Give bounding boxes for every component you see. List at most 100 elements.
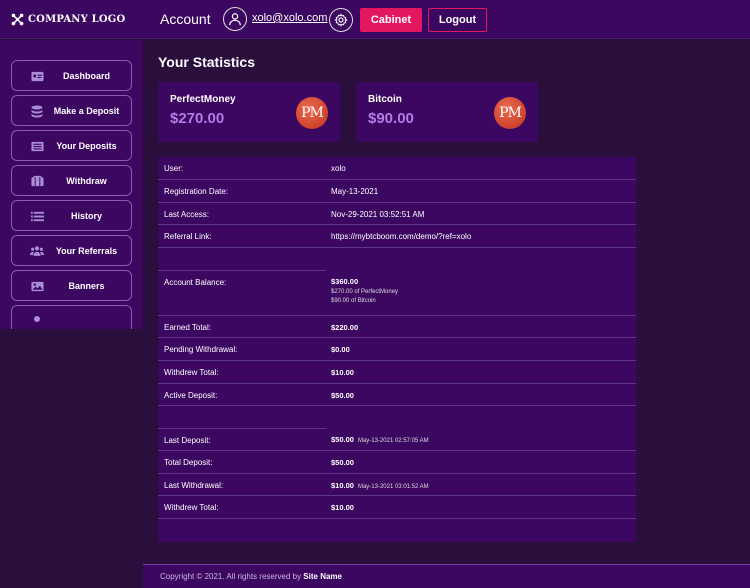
image-icon <box>30 279 44 293</box>
row-value: xolo <box>331 164 346 173</box>
logo-icon <box>11 13 24 25</box>
row-value: Nov-29-2021 03:52:51 AM <box>331 210 425 219</box>
table-row: Total Deposit: $50.00 <box>158 451 636 474</box>
sidebar-item-your-deposits[interactable]: Your Deposits <box>11 130 132 161</box>
row-label: User: <box>164 164 184 173</box>
card-name: Bitcoin <box>368 94 402 105</box>
row-value: $10.00 May-13-2021 03:01:52 AM <box>331 481 429 490</box>
sidebar-item-label: Dashboard <box>62 70 110 81</box>
row-label: Withdrew Total: <box>164 368 219 377</box>
row-value: $0.00 <box>331 345 350 354</box>
row-label: Referral Link: <box>164 232 212 241</box>
table-row: Withdrew Total: $10.00 <box>158 496 636 519</box>
referral-link[interactable]: https://mybtcboom.com/demo/?ref=xolo <box>331 232 471 241</box>
row-value: $50.00 <box>331 391 354 400</box>
card-amount: $90.00 <box>368 110 414 127</box>
cabinet-button[interactable]: Cabinet <box>360 8 422 32</box>
users-icon <box>30 244 44 258</box>
sidebar-item-label: Withdraw <box>66 175 107 186</box>
sidebar-item-label: History <box>70 210 102 221</box>
top-header: COMPANY LOGO Account xolo@xolo.com Cabin… <box>0 0 750 39</box>
row-label: Withdrew Total: <box>164 503 219 512</box>
table-row: Last Withdrawal: $10.00 May-13-2021 03:01… <box>158 474 636 496</box>
earned-total-value: $220.00 <box>331 323 359 332</box>
perfectmoney-logo-icon: PM <box>296 97 328 129</box>
balance-total: $360.00 <box>331 277 359 286</box>
row-label: Last Withdrawal: <box>164 481 224 490</box>
row-label: Registration Date: <box>164 187 229 196</box>
row-label: Total Deposit: <box>164 458 213 467</box>
table-row: Registration Date: May-13-2021 <box>158 180 636 203</box>
last-deposit-value: $50.00 <box>331 435 354 444</box>
logo-text: COMPANY LOGO <box>28 13 126 25</box>
table-row: Earned Total: $220.00 <box>158 316 636 338</box>
wallet-icon <box>30 174 44 188</box>
sidebar-item-withdraw[interactable]: Withdraw <box>11 165 132 196</box>
balance-card-perfectmoney: PerfectMoney $270.00 PM <box>158 82 340 142</box>
row-label: Last Access: <box>164 210 209 219</box>
list-alt-icon <box>30 139 44 153</box>
table-row: User: xolo <box>158 157 636 180</box>
sidebar-item-your-referrals[interactable]: Your Referrals <box>11 235 132 266</box>
card-amount: $270.00 <box>170 110 225 127</box>
logout-button[interactable]: Logout <box>428 8 487 32</box>
sidebar-item-partial[interactable] <box>11 305 132 329</box>
user-icon[interactable] <box>223 7 247 31</box>
row-label: Earned Total: <box>164 323 211 332</box>
row-value: $10.00 <box>331 368 354 377</box>
user-email-link[interactable]: xolo@xolo.com <box>252 12 327 24</box>
row-value: May-13-2021 <box>331 187 379 196</box>
table-row: Last Deposit: $50.00 May-13-2021 02:57:05… <box>158 406 636 451</box>
sidebar-item-label: Banners <box>68 280 105 291</box>
site-name-link[interactable]: Site Name <box>303 572 342 581</box>
table-row: Active Deposit: $50.00 <box>158 384 636 406</box>
copyright-text: Copyright © 2021. All rights reserved by… <box>160 572 342 581</box>
table-row: Withdrew Total: $10.00 <box>158 361 636 384</box>
row-label: Last Deposit: <box>164 436 211 445</box>
balance-bitcoin: $90.00 of Bitcoin <box>331 298 376 304</box>
id-card-icon <box>30 69 44 83</box>
sidebar-item-dashboard[interactable]: Dashboard <box>11 60 132 91</box>
settings-gear-icon[interactable] <box>329 8 353 32</box>
statistics-table: User: xolo Registration Date: May-13-202… <box>158 157 636 542</box>
last-withdrawal-value: $10.00 <box>331 481 354 490</box>
sidebar: Dashboard Make a Deposit Your Deposits W… <box>0 40 143 329</box>
row-value: $50.00 <box>331 458 354 467</box>
balance-perfectmoney: $270.00 of PerfectMoney <box>331 289 399 295</box>
row-value: $10.00 <box>331 503 354 512</box>
sidebar-item-banners[interactable]: Banners <box>11 270 132 301</box>
user-icon <box>30 314 44 328</box>
sidebar-item-history[interactable]: History <box>11 200 132 231</box>
total-deposit-value: $50.00 <box>331 458 354 467</box>
row-label: Account Balance: <box>164 278 227 287</box>
card-name: PerfectMoney <box>170 94 236 105</box>
table-row: Referral Link: https://mybtcboom.com/dem… <box>158 225 636 248</box>
last-deposit-date: May-13-2021 02:57:05 AM <box>357 438 429 444</box>
table-row: Last Access: Nov-29-2021 03:52:51 AM <box>158 203 636 225</box>
sidebar-item-make-deposit[interactable]: Make a Deposit <box>11 95 132 126</box>
row-label: Active Deposit: <box>164 391 218 400</box>
table-row: Account Balance: $360.00 $270.00 of Perf… <box>158 248 636 316</box>
last-withdrawal-date: May-13-2021 03:01:52 AM <box>357 484 429 490</box>
coins-icon <box>30 104 44 118</box>
withdrew-total-value: $10.00 <box>331 503 354 512</box>
page-heading: Your Statistics <box>158 54 255 70</box>
row-value: $220.00 <box>331 323 358 332</box>
row-label: Pending Withdrawal: <box>164 345 238 354</box>
page-title: Account <box>160 11 211 27</box>
list-icon <box>30 209 44 223</box>
perfectmoney-logo-icon: PM <box>494 97 526 129</box>
company-logo[interactable]: COMPANY LOGO <box>11 11 125 27</box>
row-value: $50.00 May-13-2021 02:57:05 AM <box>331 435 429 444</box>
withdrew-total-value: $10.00 <box>331 368 354 377</box>
sidebar-item-label: Your Deposits <box>56 140 117 151</box>
row-value: $360.00 $270.00 of PerfectMoney $90.00 o… <box>331 277 398 304</box>
sidebar-item-label: Make a Deposit <box>53 105 120 116</box>
pending-withdrawal-value: $0.00 <box>331 345 350 354</box>
copyright-label: Copyright © 2021. All rights reserved by <box>160 572 304 581</box>
sidebar-item-label: Your Referrals <box>55 245 118 256</box>
balance-card-bitcoin: Bitcoin $90.00 PM <box>356 82 538 142</box>
table-row: Pending Withdrawal: $0.00 <box>158 338 636 361</box>
active-deposit-value: $50.00 <box>331 391 354 400</box>
footer: Copyright © 2021. All rights reserved by… <box>143 564 750 588</box>
